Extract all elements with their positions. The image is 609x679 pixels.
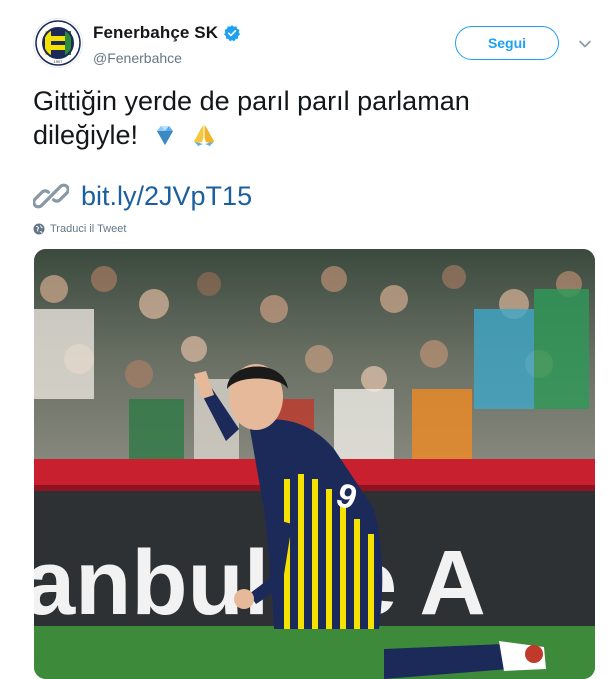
handle[interactable]: @Fenerbahce [93,50,182,66]
tweet-link[interactable]: bit.ly/2JVpT15 [81,181,252,212]
fenerbahce-logo-icon: 1907 [35,20,81,66]
follow-button[interactable]: Segui [455,26,559,60]
folded-hands-icon [194,125,215,146]
logo-year: 1907 [54,59,64,64]
translate-tweet[interactable]: Traduci il Tweet [33,223,126,235]
link-row[interactable]: bit.ly/2JVpT15 [33,178,252,214]
tweet-text-line: Gittiğin yerde de parıl parıl parlaman [33,86,470,116]
display-name[interactable]: Fenerbahçe SK [93,23,218,43]
translate-label[interactable]: Traduci il Tweet [50,223,126,235]
tweet-text-line: dileğiyle! [33,120,139,150]
tweet-text: Gittiğin yerde de parıl parıl parlaman d… [33,84,573,152]
link-icon [33,183,69,209]
player-celebration-image: anbul ve A 9 [34,249,595,679]
verified-badge-icon [224,25,241,42]
gem-stone-icon [156,126,173,145]
account-name-row[interactable]: Fenerbahçe SK [93,23,241,43]
tweet-photo[interactable]: anbul ve A 9 [34,249,595,679]
avatar[interactable]: 1907 [33,18,83,68]
globe-icon [33,223,45,235]
banner-text: anbul ve A [34,532,486,634]
tweet-text-line-2: dileğiyle! [33,118,573,152]
chevron-down-icon[interactable] [577,36,593,52]
